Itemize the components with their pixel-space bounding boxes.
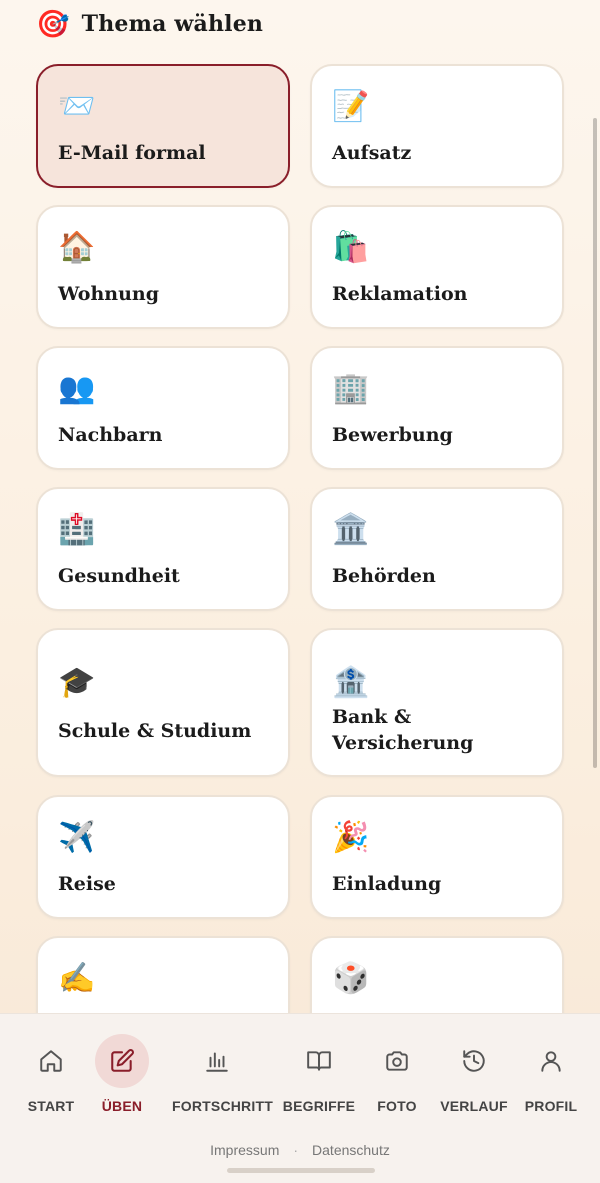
topic-card[interactable]: 🎉 Einladung: [310, 795, 564, 919]
user-icon: [524, 1034, 578, 1088]
footer-separator: ·: [293, 1142, 299, 1158]
classical-building-icon: 🏛️: [332, 512, 370, 547]
topic-label: Bewerbung: [332, 424, 453, 446]
topic-card[interactable]: 🏛️ Behörden: [310, 487, 564, 611]
footer-links: Impressum · Datenschutz: [0, 1142, 600, 1158]
target-icon: 🎯: [36, 8, 70, 40]
topic-label: Behörden: [332, 565, 436, 587]
topic-card[interactable]: 👥 Nachbarn: [36, 346, 290, 470]
topic-label: E-Mail formal: [58, 142, 206, 164]
topic-card[interactable]: 📝 Aufsatz: [310, 64, 564, 188]
dice-icon: 🎲: [332, 961, 370, 996]
topic-label: Bank & Versicherung: [332, 706, 474, 754]
topic-label: Wohnung: [58, 283, 160, 305]
nav-item-begriffe[interactable]: BEGRIFFE: [274, 1034, 364, 1114]
hospital-icon: 🏥: [58, 512, 96, 547]
party-popper-icon: 🎉: [332, 820, 370, 855]
nav-item-üben[interactable]: ÜBEN: [77, 1034, 167, 1114]
page-title: Thema wählen: [81, 11, 264, 37]
house-icon: 🏠: [58, 230, 96, 265]
topic-card[interactable]: 📨 E-Mail formal: [36, 64, 290, 188]
edit-icon: [95, 1034, 149, 1088]
nav-label: ÜBEN: [101, 1098, 143, 1114]
graduation-cap-icon: 🎓: [58, 665, 96, 700]
nav-item-fortschritt[interactable]: FORTSCHRITT: [172, 1034, 273, 1114]
topic-label: Schule & Studium: [58, 720, 252, 742]
history-icon: [447, 1034, 501, 1088]
nav-label: FORTSCHRITT: [172, 1098, 273, 1114]
memo-icon: 📝: [332, 89, 370, 124]
home-icon: [24, 1034, 78, 1088]
topic-card[interactable]: 🏢 Bewerbung: [310, 346, 564, 470]
people-icon: 👥: [58, 371, 96, 406]
nav-label: BEGRIFFE: [282, 1098, 356, 1114]
topic-card[interactable]: ✈️ Reise: [36, 795, 290, 919]
envelope-icon: 📨: [58, 89, 96, 124]
airplane-icon: ✈️: [58, 820, 96, 855]
nav-label: PROFIL: [524, 1098, 578, 1114]
page-header: 🎯 Thema wählen: [36, 6, 263, 42]
topic-card[interactable]: 🛍️ Reklamation: [310, 205, 564, 329]
topic-label: Einladung: [332, 873, 442, 895]
bank-icon: 🏦: [332, 665, 370, 700]
topic-label: Aufsatz: [332, 142, 412, 164]
topic-label: Nachbarn: [58, 424, 163, 446]
topic-card[interactable]: 🏥 Gesundheit: [36, 487, 290, 611]
camera-icon: [370, 1034, 424, 1088]
nav-item-profil[interactable]: PROFIL: [506, 1034, 596, 1114]
writing-hand-icon: ✍️: [58, 961, 96, 996]
datenschutz-link[interactable]: Datenschutz: [312, 1142, 390, 1158]
topic-card[interactable]: 🎓 Schule & Studium: [36, 628, 290, 777]
bar-chart-icon: [190, 1034, 244, 1088]
impressum-link[interactable]: Impressum: [210, 1142, 279, 1158]
office-building-icon: 🏢: [332, 371, 370, 406]
topic-label: Gesundheit: [58, 565, 180, 587]
book-icon: [292, 1034, 346, 1088]
home-indicator: [227, 1168, 375, 1173]
topic-label: Reklamation: [332, 283, 468, 305]
topic-card[interactable]: 🏠 Wohnung: [36, 205, 290, 329]
topic-label: Reise: [58, 873, 116, 895]
topic-card[interactable]: 🏦 Bank & Versicherung: [310, 628, 564, 777]
shopping-bags-icon: 🛍️: [332, 230, 370, 265]
scrollbar[interactable]: [593, 118, 597, 768]
